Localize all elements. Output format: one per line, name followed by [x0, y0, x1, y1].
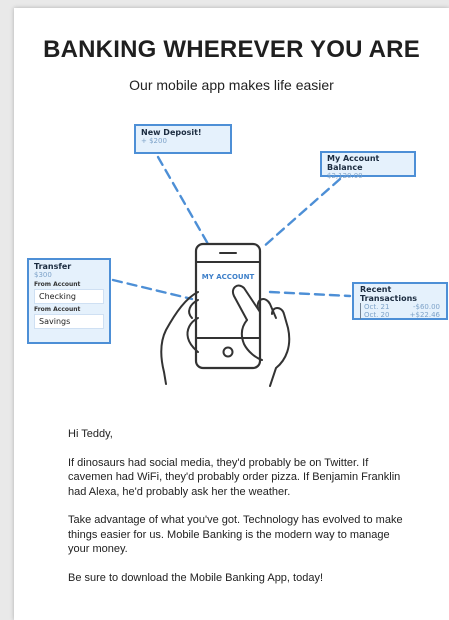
- body-paragraph: Be sure to download the Mobile Banking A…: [68, 571, 324, 584]
- balance-title: My Account Balance: [327, 154, 380, 172]
- email-body: Hi Teddy, If dinosaurs had social media,…: [68, 427, 413, 599]
- from-account-savings: Savings: [34, 314, 104, 329]
- body-paragraph: If dinosaurs had social media, they'd pr…: [68, 456, 401, 498]
- new-deposit-callout: New Deposit! + $200: [134, 124, 232, 154]
- deposit-title: New Deposit!: [141, 128, 202, 137]
- greeting: Hi Teddy,: [68, 428, 113, 440]
- recent-transactions-callout: Recent Transactions Oct. 21 -$60.00 Oct.…: [352, 282, 448, 320]
- transaction-row: Oct. 20 +$22.46: [360, 311, 440, 319]
- transaction-amount: -$60.00: [412, 303, 440, 311]
- deposit-amount: + $200: [141, 137, 167, 145]
- recent-title: Recent Transactions: [360, 285, 418, 303]
- body-paragraph: Take advantage of what you've got. Techn…: [68, 514, 403, 555]
- transfer-callout: Transfer $300 From Account Checking From…: [27, 258, 111, 344]
- transaction-date: Oct. 21: [364, 303, 390, 311]
- page-title: BANKING WHEREVER YOU ARE: [43, 36, 420, 63]
- page-subtitle: Our mobile app makes life easier: [129, 77, 334, 93]
- transfer-amount: $300: [34, 271, 52, 279]
- phone-screen-label: MY ACCOUNT: [201, 273, 255, 281]
- from-account-checking: Checking: [34, 289, 104, 304]
- account-balance-callout: My Account Balance $2,120.00: [320, 151, 416, 180]
- transaction-row: Oct. 21 -$60.00: [360, 303, 440, 311]
- transfer-title: Transfer: [34, 262, 72, 271]
- from-account-label: From Account: [34, 281, 81, 288]
- transaction-date: Oct. 20: [364, 311, 390, 319]
- from-account-label: From Account: [34, 306, 81, 313]
- balance-amount: $2,120.00: [327, 172, 363, 180]
- transaction-amount: +$22.46: [409, 311, 440, 319]
